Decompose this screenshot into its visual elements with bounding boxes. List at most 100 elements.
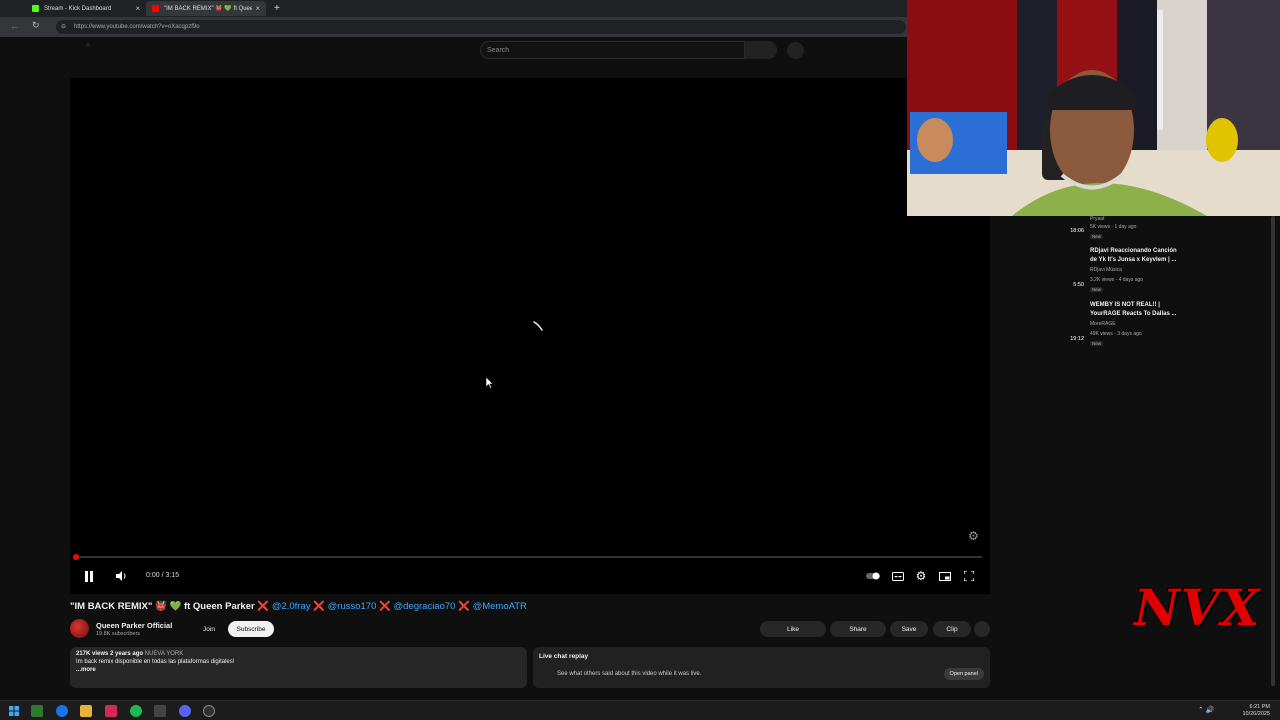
join-button[interactable]: Join: [196, 621, 222, 637]
description-meta: 217K views 2 years ago NUEVA YORK: [76, 651, 521, 657]
mention-link[interactable]: @russo170: [328, 601, 377, 612]
channel-name[interactable]: Queen Parker Official: [96, 621, 172, 630]
discord-icon[interactable]: [179, 705, 191, 717]
video-title-line[interactable]: RDjavi Reaccionando Canción: [1090, 247, 1190, 256]
channel-name: Pryaat: [1090, 216, 1105, 222]
separator-icon: ❌: [313, 601, 325, 612]
back-icon[interactable]: ←: [10, 21, 19, 31]
fullscreen-button[interactable]: [962, 568, 976, 584]
system-tray-icons[interactable]: ⌃ 🔊: [1198, 706, 1215, 714]
app-icon[interactable]: [154, 705, 166, 717]
channel-avatar[interactable]: [70, 619, 89, 638]
app-icon[interactable]: [105, 705, 117, 717]
clip-button[interactable]: Clip: [933, 621, 971, 637]
view-count: 217K views: [76, 651, 109, 657]
video-stats: 3.2K views · 4 days ago: [1090, 277, 1144, 283]
title-text: "IM BACK REMIX" 👹 💚 ft Queen Parker: [70, 601, 255, 612]
video-thumbnail[interactable]: [1000, 247, 1084, 293]
new-badge: New: [1090, 341, 1104, 346]
subscribe-button[interactable]: Subscribe: [228, 621, 274, 637]
voice-search-button[interactable]: [787, 42, 804, 59]
spotify-icon[interactable]: [130, 705, 142, 717]
guide-menu-icon[interactable]: ⌂: [86, 42, 90, 48]
channel-name: MoreRAGE: [1090, 321, 1116, 327]
description-text: Im back remix disponible en todas las pl…: [76, 659, 235, 665]
mention-link[interactable]: @degraciao70: [394, 601, 456, 612]
separator-icon: ❌: [257, 601, 270, 612]
duration-badge: 5:50: [1073, 282, 1084, 288]
save-label: Save: [901, 625, 917, 633]
mention-link[interactable]: @MemoATR: [473, 601, 527, 612]
gear-icon: ⚙: [915, 569, 927, 583]
nvx-logo: NVX: [1134, 578, 1261, 637]
site-info-icon[interactable]: ⊖: [61, 23, 66, 30]
window-menu-icon[interactable]: [0, 1, 12, 16]
branding-watermark-icon[interactable]: ⚙: [968, 529, 979, 543]
pause-button[interactable]: [82, 568, 96, 584]
share-label: Share: [849, 625, 867, 633]
video-stats: 5K views · 1 day ago: [1090, 224, 1137, 230]
file-explorer-icon[interactable]: [80, 705, 92, 717]
obs-icon[interactable]: [203, 705, 215, 717]
autoplay-toggle[interactable]: [866, 568, 882, 584]
webcam-overlay: [907, 0, 1280, 216]
like-label: Like: [787, 625, 799, 633]
tab-youtube-video[interactable]: "IM BACK REMIX" 👹 💚 ft Queen ×: [146, 1, 266, 16]
close-tab-icon[interactable]: ×: [255, 4, 260, 13]
youtube-icon: [152, 5, 159, 12]
search-button[interactable]: [745, 41, 777, 59]
search-placeholder: Search: [487, 46, 510, 54]
tab-kick-dashboard[interactable]: Stream - Kick Dashboard ×: [26, 1, 146, 16]
mention-link[interactable]: @2.0fray: [272, 601, 311, 612]
video-title-line[interactable]: YourRAGE Reacts To Dallas ...: [1090, 310, 1190, 319]
new-tab-button[interactable]: +: [268, 1, 282, 16]
progress-bar[interactable]: [73, 554, 982, 560]
live-chat-replay-box: Live chat replay See what others said ab…: [533, 647, 990, 688]
live-chat-title: Live chat replay: [539, 653, 589, 660]
video-title-line[interactable]: WEMBY IS NOT REAL!! |: [1090, 301, 1190, 310]
upload-age: 2 years ago: [110, 651, 144, 657]
windows-start-icon[interactable]: [8, 705, 20, 717]
url-field[interactable]: ⊖ https://www.youtube.com/watch?v=oXacqp…: [56, 20, 906, 34]
live-chat-subtitle: See what others said about this video wh…: [557, 671, 702, 677]
show-more-link[interactable]: ...more: [76, 667, 521, 673]
like-button[interactable]: Like: [760, 621, 826, 637]
video-player[interactable]: [70, 78, 990, 594]
settings-button[interactable]: ⚙: [914, 568, 928, 584]
save-button[interactable]: Save: [890, 621, 928, 637]
close-tab-icon[interactable]: ×: [135, 4, 140, 13]
description-box[interactable]: 217K views 2 years ago NUEVA YORK Im bac…: [70, 647, 527, 688]
separator-icon: ❌: [379, 601, 391, 612]
clock-date: 10/26/2025: [1242, 711, 1270, 718]
scrubber-handle[interactable]: [73, 554, 79, 560]
time-display: 0:00 / 3:15: [146, 572, 180, 579]
volume-button[interactable]: [114, 568, 128, 584]
chrome-icon[interactable]: [56, 705, 68, 717]
search-input[interactable]: Search: [480, 41, 745, 59]
url-text: https://www.youtube.com/watch?v=oXacqpzf…: [74, 24, 200, 30]
app-icon[interactable]: [31, 705, 43, 717]
share-button[interactable]: Share: [830, 621, 886, 637]
video-title-line[interactable]: de Yk It's Junsa x Keyvlem | ...: [1090, 256, 1190, 265]
duration-badge: 19:12: [1070, 336, 1084, 342]
loading-spinner-icon: [533, 321, 543, 331]
miniplayer-button[interactable]: [938, 568, 952, 584]
duration-badge: 18:06: [1070, 228, 1084, 234]
tab-label: "IM BACK REMIX" 👹 💚 ft Queen: [164, 6, 252, 12]
reload-icon[interactable]: ↻: [32, 20, 40, 31]
clip-label: Clip: [946, 625, 958, 633]
channel-name: RDjavi Música: [1090, 267, 1122, 273]
taskbar-clock[interactable]: 6:21 PM 10/26/2025: [1242, 704, 1270, 718]
more-actions-button[interactable]: [974, 621, 990, 637]
location-tag[interactable]: NUEVA YORK: [145, 651, 183, 657]
page-scrollbar[interactable]: [1271, 216, 1275, 686]
open-panel-button[interactable]: Open panel: [943, 668, 984, 680]
mouse-cursor-icon: [486, 377, 494, 389]
subtitles-button[interactable]: [891, 568, 905, 584]
clock-time: 6:21 PM: [1249, 704, 1270, 710]
new-badge: New: [1090, 287, 1104, 292]
new-badge: New: [1090, 234, 1104, 239]
tab-label: Stream - Kick Dashboard: [44, 5, 112, 12]
video-stats: 49K views · 3 days ago: [1090, 331, 1142, 337]
subscriber-count: 19.8K subscribers: [96, 631, 141, 637]
